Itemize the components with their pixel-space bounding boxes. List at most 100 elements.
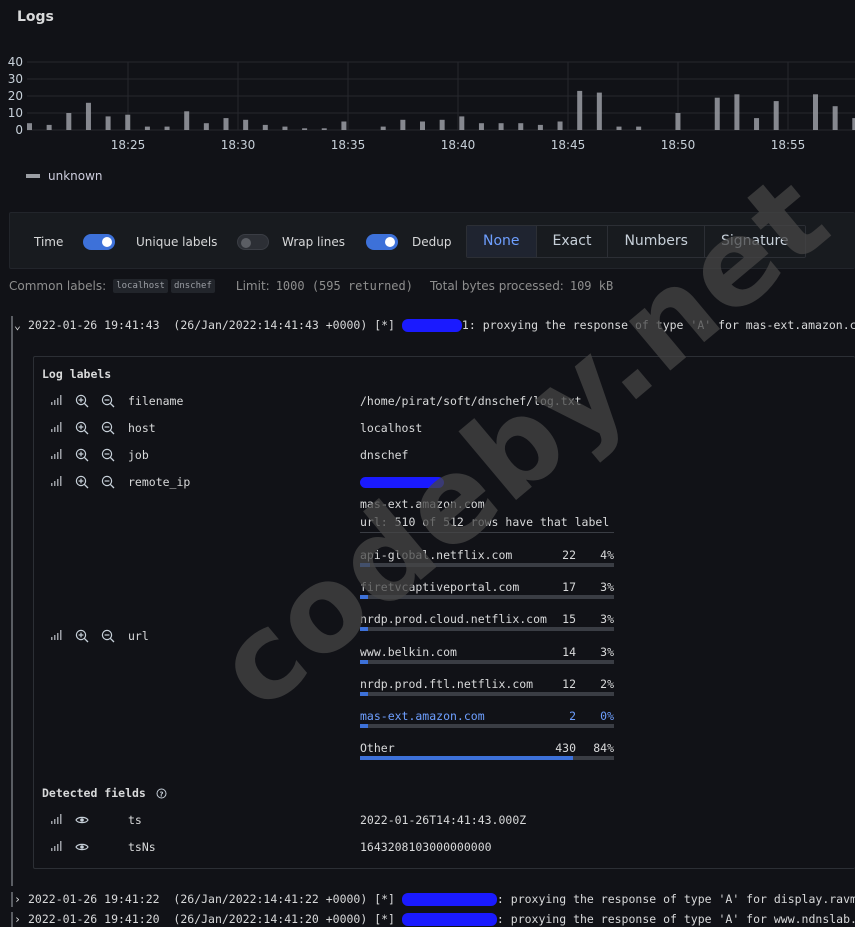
label-value [360, 475, 444, 489]
logs-meta: Common labels: localhost dnschef Limit: … [9, 279, 613, 293]
stat-bar [360, 660, 614, 664]
zoom-in-icon[interactable] [75, 421, 89, 435]
dedup-numbers-button[interactable]: Numbers [607, 226, 704, 257]
histogram-bar [302, 128, 308, 130]
histogram-bar [66, 113, 72, 130]
stat-bar [360, 756, 614, 760]
x-tick-label: 18:40 [441, 138, 476, 152]
histogram-bar [243, 119, 249, 130]
histogram-bar [223, 118, 229, 130]
histogram-bar [341, 121, 347, 130]
log-row[interactable]: › 2022-01-26 19:41:22 (26/Jan/2022:14:41:… [14, 892, 855, 906]
stats-icon[interactable] [50, 394, 64, 408]
wrap-lines-option: Wrap lines [282, 213, 398, 270]
log-level-bar [11, 912, 13, 927]
redaction [401, 893, 497, 906]
histogram-bar [282, 126, 288, 130]
histogram-bar [321, 128, 327, 130]
histogram-bar [27, 123, 32, 130]
zoom-out-icon[interactable] [101, 394, 115, 408]
stats-icon[interactable] [50, 840, 64, 854]
eye-icon[interactable] [75, 840, 89, 854]
log-level-bar [11, 316, 13, 886]
label-value: dnschef [360, 448, 409, 462]
zoom-out-icon[interactable] [101, 421, 115, 435]
label-key: remote_ip [128, 475, 191, 489]
label-value: /home/pirat/soft/dnschef/log.txt [360, 394, 582, 408]
stat-bar-fill [360, 724, 368, 728]
url-stat-row: firetvcaptiveportal.com 17 3% [360, 580, 614, 600]
label-key: host [128, 421, 156, 435]
log-message-prefix: (26/Jan/2022:14:41:43 +0000) [*] [173, 318, 395, 332]
x-tick-label: 18:50 [661, 138, 696, 152]
stats-icon[interactable] [50, 475, 64, 489]
field-key: tsNs [128, 840, 156, 854]
url-stat-row: api-global.netflix.com 22 4% [360, 548, 614, 568]
dedup-signature-button[interactable]: Signature [703, 226, 805, 257]
log-labels-title: Log labels [42, 367, 112, 381]
label-key: job [128, 448, 149, 462]
zoom-out-icon[interactable] [101, 475, 115, 489]
url-stats-header: url: 510 of 512 rows have that label [360, 515, 614, 533]
log-row[interactable]: › 2022-01-26 19:41:20 (26/Jan/2022:14:41:… [14, 912, 855, 926]
x-tick-label: 18:55 [771, 138, 806, 152]
dedup-none-button[interactable]: None [467, 226, 536, 257]
chevron-right-icon[interactable]: › [14, 892, 28, 906]
wrap-lines-toggle[interactable] [365, 233, 398, 250]
stat-count: 2 [569, 709, 576, 723]
log-level-bar [11, 892, 13, 907]
zoom-in-icon[interactable] [75, 448, 89, 462]
chevron-right-icon[interactable]: › [14, 912, 28, 926]
zoom-out-icon[interactable] [101, 629, 115, 643]
time-toggle[interactable] [83, 233, 116, 250]
time-option: Time [34, 213, 116, 270]
common-label-chip: localhost [113, 279, 168, 293]
histogram-bar [164, 126, 170, 130]
y-tick-label: 30 [8, 72, 23, 86]
url-value: mas-ext.amazon.com [360, 497, 485, 511]
stats-icon[interactable] [50, 813, 64, 827]
zoom-in-icon[interactable] [75, 475, 89, 489]
log-time: 2022-01-26 19:41:43 [28, 318, 160, 332]
histogram-bar [184, 111, 190, 130]
stats-icon[interactable] [50, 629, 64, 643]
stat-name: api-global.netflix.com [360, 548, 513, 562]
histogram-bar [203, 123, 209, 130]
chart-legend[interactable]: unknown [26, 169, 103, 183]
url-stat-row: nrdp.prod.cloud.netflix.com 15 3% [360, 612, 614, 632]
stat-count: 14 [562, 645, 576, 659]
chevron-down-icon[interactable]: ⌄ [14, 318, 28, 332]
bytes-value: 109 kB [569, 279, 614, 293]
detected-fields-title: Detected fields ? [42, 786, 167, 800]
unique-labels-toggle[interactable] [237, 233, 270, 250]
histogram-bar [125, 114, 131, 130]
log-message: : proxying the response of type 'A' for … [496, 912, 855, 926]
zoom-in-icon[interactable] [75, 629, 89, 643]
stat-bar-fill [360, 756, 574, 760]
unique-labels-label: Unique labels [136, 234, 218, 249]
log-message: : proxying the response of type 'A' for … [496, 892, 855, 906]
legend-label: unknown [48, 169, 103, 183]
dedup-exact-button[interactable]: Exact [535, 226, 608, 257]
eye-icon[interactable] [75, 813, 89, 827]
x-tick-label: 18:45 [551, 138, 586, 152]
zoom-out-icon[interactable] [101, 448, 115, 462]
info-icon[interactable]: ? [156, 788, 167, 799]
panel-title: Logs [17, 9, 54, 25]
histogram-bar [262, 124, 268, 130]
legend-swatch [26, 174, 40, 178]
field-key: ts [128, 813, 142, 827]
dedup-label: Dedup [412, 234, 452, 249]
stats-icon[interactable] [50, 448, 64, 462]
label-key: url [128, 629, 149, 643]
redaction [360, 477, 444, 488]
x-tick-label: 18:25 [111, 138, 146, 152]
stats-icon[interactable] [50, 421, 64, 435]
log-time: 2022-01-26 19:41:22 [28, 892, 160, 906]
zoom-in-icon[interactable] [75, 394, 89, 408]
wrap-lines-label: Wrap lines [282, 234, 345, 249]
stat-count: 17 [562, 580, 576, 594]
common-label-chip: dnschef [170, 279, 215, 293]
log-row[interactable]: ⌄ 2022-01-26 19:41:43 (26/Jan/2022:14:41:… [14, 318, 855, 332]
x-tick-label: 18:35 [331, 138, 366, 152]
